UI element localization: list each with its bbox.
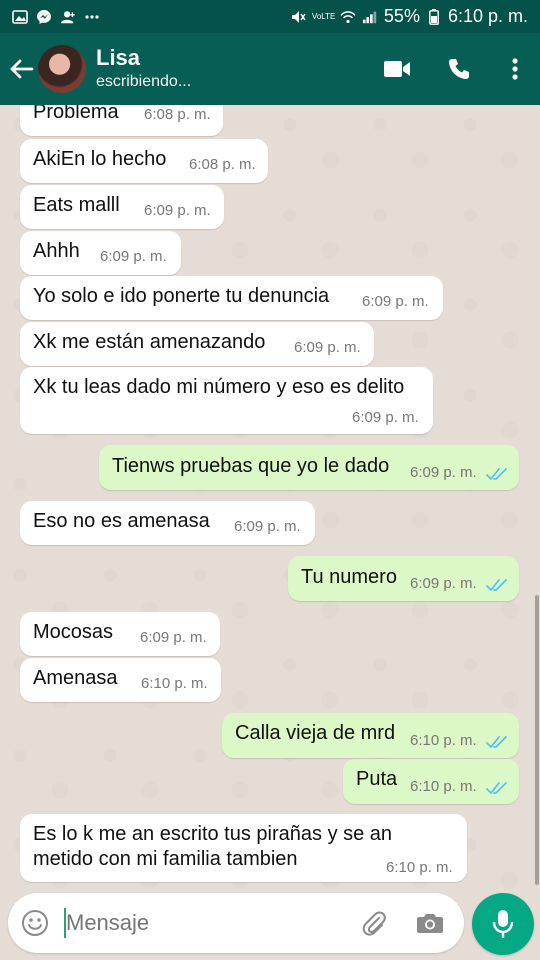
message-time: 6:09 p. m.	[352, 409, 419, 426]
message-bubble-incoming[interactable]: AkiEn lo hecho 6:08 p. m.	[20, 139, 268, 183]
clock: 6:10 p. m.	[447, 6, 528, 26]
avatar[interactable]	[38, 45, 86, 93]
camera-icon	[417, 914, 443, 933]
double-check-read-icon	[486, 468, 507, 480]
more-options-button[interactable]	[490, 33, 540, 105]
kebab-menu-icon	[512, 58, 518, 80]
message-time: 6:08 p. m.	[189, 156, 256, 173]
message-bubble-incoming[interactable]: Eso no es amenasa 6:09 p. m.	[20, 501, 315, 545]
message-bubble-incoming[interactable]: Xk tu leas dado mi número y eso es delit…	[20, 367, 433, 434]
message-text: Eso no es amenasa	[33, 510, 210, 532]
message-time: 6:10 p. m.	[386, 859, 453, 876]
message-time: 6:09 p. m.	[362, 293, 429, 310]
message-time: 6:09 p. m.	[294, 339, 361, 356]
chat-header: Lisa escribiendo...	[0, 33, 540, 105]
message-time: 6:09 p. m.	[410, 464, 477, 481]
more-dots-icon	[84, 9, 100, 25]
scrollbar[interactable]	[535, 595, 539, 885]
smiley-icon	[22, 910, 48, 936]
message-text: Yo solo e ido ponerte tu denuncia	[33, 285, 330, 307]
back-button[interactable]	[4, 33, 38, 105]
paperclip-icon	[362, 911, 386, 936]
microphone-icon	[492, 910, 514, 938]
message-bubble-incoming[interactable]: Eats malll 6:09 p. m.	[20, 185, 224, 229]
double-check-read-icon	[486, 782, 507, 794]
message-bubble-incoming[interactable]: Amenasa 6:10 p. m.	[20, 658, 221, 702]
mute-icon	[290, 9, 306, 25]
message-text: Xk tu leas dado mi número y eso es delit…	[33, 376, 405, 398]
wifi-icon	[340, 9, 356, 25]
video-call-button[interactable]	[366, 33, 428, 105]
message-text: Xk me están amenazando	[33, 331, 266, 353]
message-text-line-1: Es lo k me an escrito tus pirañas y se a…	[33, 823, 393, 845]
add-user-icon	[60, 9, 76, 25]
camera-button[interactable]	[402, 893, 458, 953]
message-text: Tu numero	[301, 566, 397, 588]
message-composer	[8, 893, 464, 953]
contact-info[interactable]: Lisa escribiendo...	[96, 45, 191, 93]
volte-icon: VoLTE	[311, 11, 336, 21]
signal-icon	[362, 9, 378, 25]
attach-button[interactable]	[346, 893, 402, 953]
double-check-read-icon	[486, 579, 507, 591]
message-text: Calla vieja de mrd	[235, 722, 396, 744]
message-bubble-incoming[interactable]: Ahhh 6:09 p. m.	[20, 231, 181, 275]
message-bubble-incoming[interactable]: Es lo k me an escrito tus pirañas y se a…	[20, 814, 467, 882]
message-text-line-2: metido con mi familia tambien	[33, 848, 298, 870]
message-time: 6:09 p. m.	[144, 202, 211, 219]
message-bubble-outgoing[interactable]: Tienws pruebas que yo le dado 6:09 p. m.	[99, 445, 519, 490]
message-text: Puta	[356, 768, 398, 790]
message-time: 6:09 p. m.	[140, 629, 207, 646]
message-bubble-incoming[interactable]: Yo solo e ido ponerte tu denuncia 6:09 p…	[20, 276, 443, 320]
message-time: 6:09 p. m.	[234, 518, 301, 535]
message-bubble-outgoing[interactable]: Tu numero 6:09 p. m.	[288, 556, 519, 601]
message-time: 6:09 p. m.	[410, 575, 477, 592]
message-text: Problema	[33, 105, 119, 123]
message-text: Ahhh	[33, 240, 80, 262]
emoji-button[interactable]	[8, 893, 62, 953]
double-check-read-icon	[486, 736, 507, 748]
message-text: Amenasa	[33, 667, 118, 689]
message-list[interactable]: Problema 6:08 p. m. AkiEn lo hecho 6:08 …	[0, 105, 540, 890]
message-time: 6:10 p. m.	[141, 675, 208, 692]
message-bubble-incoming[interactable]: Xk me están amenazando 6:09 p. m.	[20, 322, 374, 366]
message-bubble-outgoing[interactable]: Calla vieja de mrd 6:10 p. m.	[222, 713, 519, 758]
message-time: 6:10 p. m.	[410, 732, 477, 749]
battery-icon	[426, 8, 442, 25]
voice-message-button[interactable]	[472, 893, 534, 955]
battery-percent: 55%	[383, 6, 420, 26]
message-text: Eats malll	[33, 194, 120, 216]
message-bubble-incoming[interactable]: Problema 6:08 p. m.	[20, 105, 223, 136]
messenger-icon	[36, 9, 52, 25]
status-bar: VoLTE 55% 6:10 p. m.	[0, 0, 540, 33]
message-input[interactable]	[66, 910, 346, 936]
message-text: AkiEn lo hecho	[33, 148, 167, 170]
message-bubble-outgoing[interactable]: Puta 6:10 p. m.	[343, 759, 519, 804]
message-bubble-incoming[interactable]: Mocosas 6:09 p. m.	[20, 612, 220, 656]
message-time: 6:08 p. m.	[144, 106, 211, 123]
phone-icon	[449, 59, 469, 79]
typing-status: escribiendo...	[96, 73, 192, 90]
arrow-left-icon	[10, 59, 34, 79]
image-icon	[12, 9, 28, 25]
message-time: 6:10 p. m.	[410, 778, 477, 795]
video-camera-icon	[384, 61, 410, 77]
voice-call-button[interactable]	[428, 33, 490, 105]
message-time: 6:09 p. m.	[100, 248, 167, 265]
message-text: Mocosas	[33, 621, 114, 643]
message-text: Tienws pruebas que yo le dado	[112, 455, 390, 477]
contact-name: Lisa	[96, 45, 141, 70]
